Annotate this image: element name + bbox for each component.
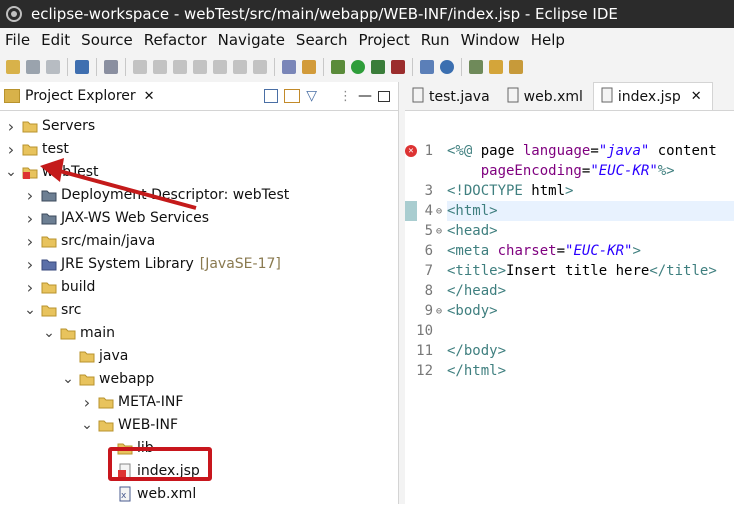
arrow-shaft [55,168,197,210]
annotation-arrow [40,158,197,210]
arrow-head [40,158,64,182]
